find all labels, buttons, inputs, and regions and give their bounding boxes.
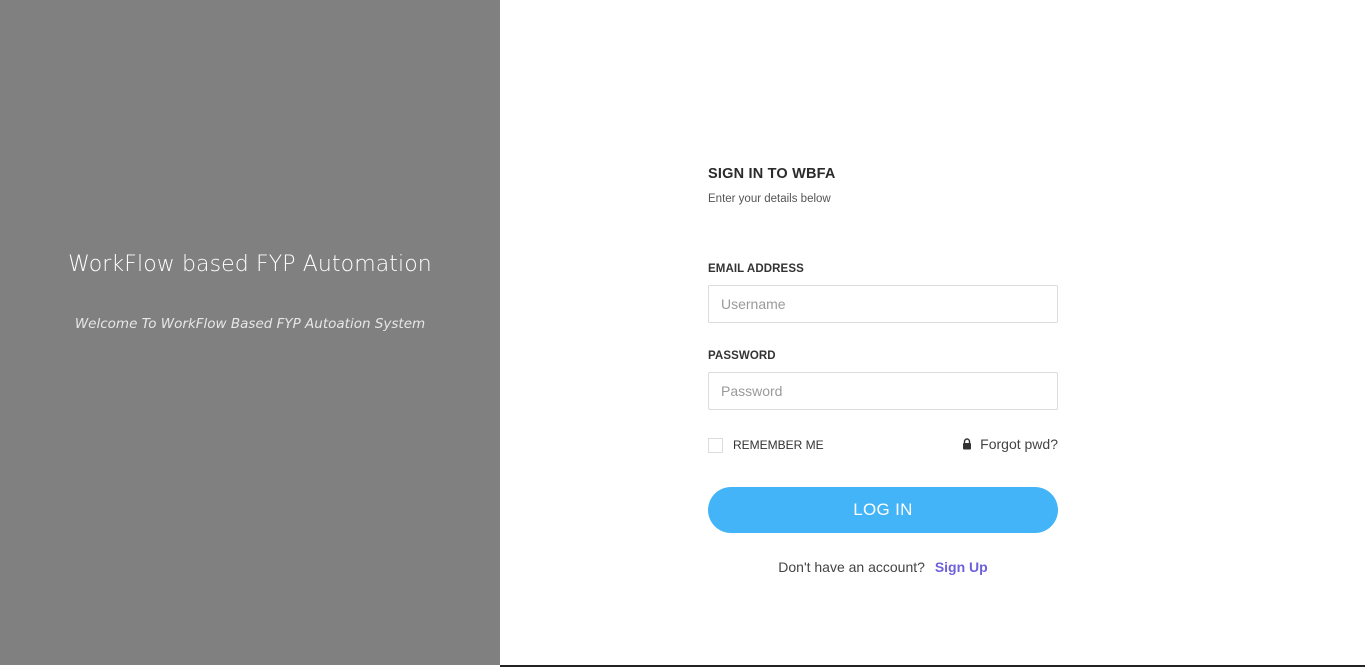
forgot-password-label: Forgot pwd? <box>980 436 1058 452</box>
signup-prompt: Don't have an account? <box>778 559 925 575</box>
password-input[interactable] <box>708 372 1058 410</box>
remember-me-checkbox[interactable] <box>708 437 723 453</box>
brand-title: WorkFlow based FYP Automation <box>68 252 432 277</box>
forgot-password-link[interactable]: Forgot pwd? <box>962 436 1058 452</box>
lock-icon <box>963 438 972 450</box>
signup-row: Don't have an account? Sign Up <box>708 559 1058 575</box>
password-label: PASSWORD <box>708 350 776 362</box>
email-input[interactable] <box>708 285 1058 323</box>
brand-panel: WorkFlow based FYP Automation Welcome To… <box>0 0 500 665</box>
email-label: EMAIL ADDRESS <box>708 263 804 275</box>
form-title: SIGN IN TO WBFA <box>708 166 836 182</box>
remember-me-label: REMEMBER ME <box>733 438 824 452</box>
login-page: WorkFlow based FYP Automation Welcome To… <box>0 0 1365 667</box>
brand-subtitle: Welcome To WorkFlow Based FYP Autoation … <box>74 316 426 332</box>
signup-link[interactable]: Sign Up <box>935 559 988 575</box>
remember-me-option[interactable]: REMEMBER ME <box>708 436 824 454</box>
login-button[interactable]: LOG IN <box>708 487 1058 533</box>
form-subtitle: Enter your details below <box>708 193 831 205</box>
